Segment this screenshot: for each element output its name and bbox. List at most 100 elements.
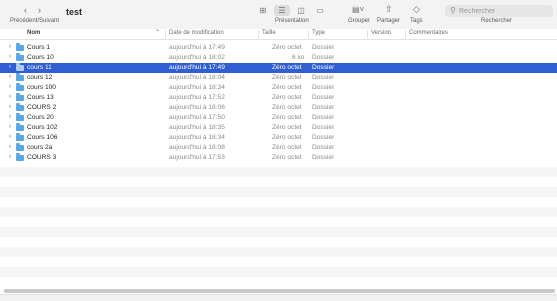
- empty-row: [0, 247, 557, 257]
- file-date: aujourd'hui à 18:35: [169, 124, 225, 131]
- empty-rows: [0, 167, 557, 287]
- file-date: aujourd'hui à 17:49: [169, 64, 225, 71]
- file-date: aujourd'hui à 17:50: [169, 114, 225, 121]
- view-gallery-button[interactable]: ▭: [312, 5, 328, 16]
- table-row[interactable]: › cours 2a aujourd'hui à 18:08 Zéro octe…: [0, 143, 557, 153]
- file-size: Zéro octet: [272, 84, 302, 91]
- file-date: aujourd'hui à 18:34: [169, 134, 225, 141]
- empty-row: [0, 257, 557, 267]
- table-row[interactable]: › COURS 3 aujourd'hui à 17:53 Zéro octet…: [0, 153, 557, 163]
- column-name[interactable]: Nom: [27, 30, 40, 36]
- file-name: Cours 106: [27, 134, 58, 141]
- empty-row: [0, 227, 557, 237]
- folder-icon: [16, 143, 24, 151]
- table-row[interactable]: › Cours 106 aujourd'hui à 18:34 Zéro oct…: [0, 133, 557, 143]
- disclosure-icon[interactable]: ›: [9, 64, 11, 70]
- disclosure-icon[interactable]: ›: [9, 104, 11, 110]
- file-name: Cours 20: [27, 114, 54, 121]
- disclosure-icon[interactable]: ›: [9, 134, 11, 140]
- view-icons-button[interactable]: ⊞: [255, 5, 271, 16]
- file-size: Zéro octet: [272, 154, 302, 161]
- column-size[interactable]: Taille: [262, 30, 276, 36]
- file-kind: Dossier: [312, 134, 335, 141]
- file-size: Zéro octet: [272, 104, 302, 111]
- tag-icon[interactable]: ◇: [413, 5, 420, 14]
- disclosure-icon[interactable]: ›: [9, 84, 11, 90]
- table-row[interactable]: › Cours 10 aujourd'hui à 18:02 6 ko Doss…: [0, 53, 557, 63]
- column-comments[interactable]: Commentaires: [409, 30, 448, 36]
- disclosure-icon[interactable]: ›: [9, 74, 11, 80]
- disclosure-icon[interactable]: ›: [9, 114, 11, 120]
- disclosure-icon[interactable]: ›: [9, 54, 11, 60]
- disclosure-icon[interactable]: ›: [9, 144, 11, 150]
- file-name: Cours 102: [27, 124, 58, 131]
- group-label: Grouper: [348, 18, 371, 24]
- empty-row: [0, 197, 557, 207]
- disclosure-icon[interactable]: ›: [9, 44, 11, 50]
- nav-label: Précédent/Suivant: [10, 18, 60, 24]
- file-name: Cours 10: [27, 54, 54, 61]
- column-header: Nom ⌃ Date de modification Taille Type V…: [0, 29, 557, 40]
- file-size: 6 ko: [292, 54, 305, 61]
- sort-ascending-icon[interactable]: ⌃: [155, 30, 160, 36]
- grid-icon: ⊞: [259, 6, 267, 15]
- view-columns-button[interactable]: ◫: [293, 5, 309, 16]
- file-date: aujourd'hui à 18:02: [169, 54, 225, 61]
- view-list-button[interactable]: ☰: [274, 5, 290, 16]
- folder-icon: [16, 133, 24, 141]
- file-size: Zéro octet: [272, 134, 302, 141]
- folder-icon: [16, 83, 24, 91]
- file-size: Zéro octet: [272, 64, 302, 71]
- file-name: cours 12: [27, 74, 53, 81]
- horizontal-scrollbar[interactable]: [4, 289, 555, 293]
- disclosure-icon[interactable]: ›: [9, 124, 11, 130]
- table-row[interactable]: › Cours 20 aujourd'hui à 17:50 Zéro octe…: [0, 113, 557, 123]
- disclosure-icon[interactable]: ›: [9, 94, 11, 100]
- columns-icon: ◫: [297, 6, 305, 15]
- group-icon[interactable]: ▤˅: [352, 6, 364, 14]
- file-kind: Dossier: [312, 144, 335, 151]
- file-kind: Dossier: [312, 124, 335, 131]
- folder-icon: [16, 43, 24, 51]
- empty-row: [0, 277, 557, 287]
- file-date: aujourd'hui à 18:34: [169, 84, 225, 91]
- search-input[interactable]: [459, 6, 549, 16]
- table-row[interactable]: › Cours 13 aujourd'hui à 17:52 Zéro octe…: [0, 93, 557, 103]
- table-row[interactable]: › cours 11 aujourd'hui à 17:49 Zéro octe…: [0, 63, 557, 73]
- disclosure-icon[interactable]: ›: [9, 154, 11, 160]
- table-row[interactable]: › cours 100 aujourd'hui à 18:34 Zéro oct…: [0, 83, 557, 93]
- file-name: cours 11: [27, 64, 52, 71]
- file-list: › Cours 1 aujourd'hui à 17:49 Zéro octet…: [0, 43, 557, 163]
- chevron-left-icon[interactable]: ‹: [24, 6, 27, 15]
- search-field[interactable]: ⚲: [445, 5, 553, 17]
- window-title: test: [66, 7, 83, 17]
- search-icon: ⚲: [450, 6, 456, 15]
- file-kind: Dossier: [312, 44, 335, 51]
- file-kind: Dossier: [312, 54, 335, 61]
- file-date: aujourd'hui à 17:53: [169, 154, 225, 161]
- chevron-right-icon[interactable]: ›: [38, 6, 41, 15]
- file-name: Cours 1: [27, 44, 51, 51]
- share-icon[interactable]: ⇧: [385, 5, 393, 14]
- file-size: Zéro octet: [272, 94, 302, 101]
- column-date[interactable]: Date de modification: [169, 30, 224, 36]
- view-label: Présentation: [275, 18, 309, 24]
- table-row[interactable]: › Cours 102 aujourd'hui à 18:35 Zéro oct…: [0, 123, 557, 133]
- folder-icon: [16, 103, 24, 111]
- table-row[interactable]: › COURS 2 aujourd'hui à 18:06 Zéro octet…: [0, 103, 557, 113]
- gallery-icon: ▭: [316, 6, 324, 15]
- column-kind[interactable]: Type: [312, 30, 325, 36]
- file-kind: Dossier: [312, 84, 335, 91]
- table-row[interactable]: › cours 12 aujourd'hui à 18:04 Zéro octe…: [0, 73, 557, 83]
- file-kind: Dossier: [312, 94, 335, 101]
- folder-icon: [16, 113, 24, 121]
- empty-row: [0, 167, 557, 177]
- file-date: aujourd'hui à 18:08: [169, 144, 225, 151]
- folder-icon: [16, 153, 24, 161]
- file-size: Zéro octet: [272, 144, 302, 151]
- column-version[interactable]: Version: [371, 30, 391, 36]
- folder-icon: [16, 93, 24, 101]
- table-row[interactable]: › Cours 1 aujourd'hui à 17:49 Zéro octet…: [0, 43, 557, 53]
- file-kind: Dossier: [312, 74, 335, 81]
- tags-label: Tags: [410, 18, 423, 24]
